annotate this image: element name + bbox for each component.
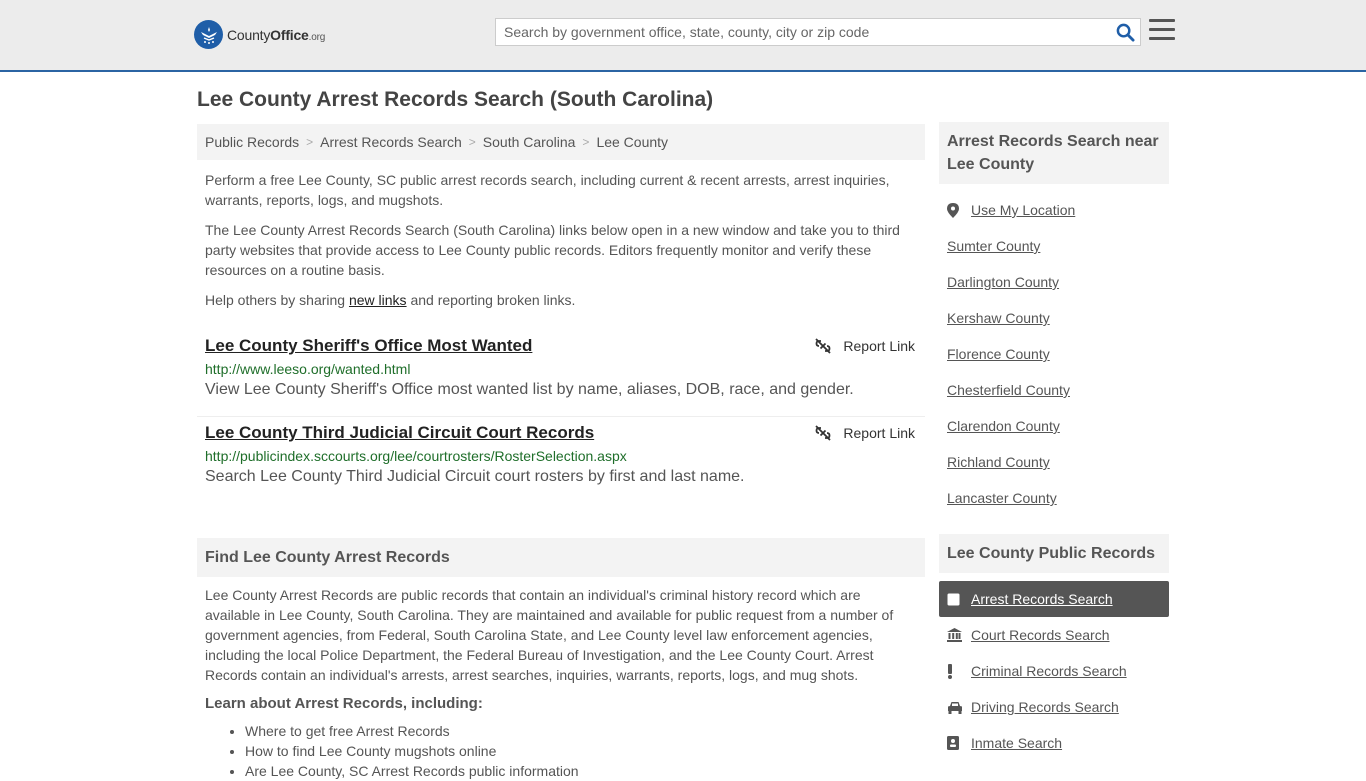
- nearby-county-link[interactable]: Darlington County: [947, 274, 1059, 290]
- nearby-county-link[interactable]: Richland County: [947, 454, 1050, 470]
- search-input[interactable]: [496, 19, 1110, 45]
- nearby-county-item: Clarendon County: [939, 408, 1169, 444]
- car-icon: [947, 701, 971, 714]
- hamburger-icon: [1149, 19, 1175, 22]
- share-paragraph: Help others by sharing new links and rep…: [205, 292, 576, 308]
- breadcrumb-arrest-records[interactable]: Arrest Records Search: [320, 134, 462, 150]
- sidebar-item-label[interactable]: Driving Records Search: [971, 699, 1119, 715]
- resource-link-description: Search Lee County Third Judicial Circuit…: [205, 468, 745, 485]
- search-icon: [1116, 23, 1135, 42]
- sidebar-item-court-records[interactable]: Court Records Search: [939, 617, 1169, 653]
- sidebar-item-inmate-search[interactable]: Inmate Search: [939, 725, 1169, 761]
- nearby-county-item: Lancaster County: [939, 480, 1169, 516]
- courthouse-icon: [947, 628, 971, 642]
- top-header: CountyOffice.org: [0, 0, 1366, 72]
- search-button[interactable]: [1110, 19, 1140, 45]
- sidebar-item-criminal-records[interactable]: Criminal Records Search: [939, 653, 1169, 689]
- broken-link-icon: [815, 425, 832, 441]
- breadcrumb-public-records[interactable]: Public Records: [205, 134, 299, 150]
- breadcrumb-lee-county[interactable]: Lee County: [596, 134, 668, 150]
- resource-link-description: View Lee County Sheriff's Office most wa…: [205, 381, 854, 398]
- search-bar: [495, 18, 1141, 46]
- resource-link-item: Lee County Sheriff's Office Most Wanted …: [197, 330, 925, 417]
- nearby-county-link[interactable]: Sumter County: [947, 238, 1040, 254]
- nearby-county-item: Richland County: [939, 444, 1169, 480]
- resource-link-url: http://www.leeso.org/wanted.html: [205, 361, 411, 377]
- breadcrumb-separator-icon: >: [468, 135, 476, 149]
- nearby-county-link[interactable]: Chesterfield County: [947, 382, 1070, 398]
- logo-seal-icon: [194, 20, 223, 49]
- find-section-heading: Find Lee County Arrest Records: [197, 538, 925, 577]
- intro-paragraph: Perform a free Lee County, SC public arr…: [205, 172, 890, 208]
- resource-link-title[interactable]: Lee County Sheriff's Office Most Wanted: [205, 330, 917, 356]
- broken-link-icon: [815, 338, 832, 354]
- sidebar-item-arrest-records[interactable]: Arrest Records Search: [939, 581, 1169, 617]
- map-pin-icon: [947, 202, 971, 218]
- sidebar-item-driving-records[interactable]: Driving Records Search: [939, 689, 1169, 725]
- resource-link-title[interactable]: Lee County Third Judicial Circuit Court …: [205, 417, 917, 443]
- intro-paragraph: The Lee County Arrest Records Search (So…: [205, 222, 900, 278]
- sidebar-near-heading: Arrest Records Search near Lee County: [939, 122, 1169, 184]
- nearby-county-item: Florence County: [939, 336, 1169, 372]
- find-section-body: Lee County Arrest Records are public rec…: [205, 587, 894, 683]
- sidebar-public-records-heading: Lee County Public Records: [939, 534, 1169, 573]
- report-link-button[interactable]: Report Link: [815, 338, 915, 354]
- square-icon: [947, 593, 971, 606]
- resource-link-item: Lee County Third Judicial Circuit Court …: [197, 417, 925, 504]
- sidebar-item-label[interactable]: Arrest Records Search: [971, 591, 1113, 607]
- intro-text: Perform a free Lee County, SC public arr…: [197, 170, 925, 310]
- sidebar-item-label[interactable]: Inmate Search: [971, 735, 1062, 751]
- nearby-county-link[interactable]: Florence County: [947, 346, 1050, 362]
- sidebar-item-label[interactable]: Criminal Records Search: [971, 663, 1127, 679]
- new-links-link[interactable]: new links: [349, 292, 407, 308]
- learn-list-item: How to find Lee County mugshots online: [245, 741, 925, 761]
- report-link-button[interactable]: Report Link: [815, 425, 915, 441]
- nearby-county-link[interactable]: Lancaster County: [947, 490, 1057, 506]
- nearby-county-item: Darlington County: [939, 264, 1169, 300]
- id-badge-icon: [947, 736, 971, 750]
- nearby-county-item: Chesterfield County: [939, 372, 1169, 408]
- exclamation-icon: [947, 663, 971, 679]
- sidebar-item-label[interactable]: Court Records Search: [971, 627, 1110, 643]
- learn-list-item: Are Lee County, SC Arrest Records public…: [245, 761, 925, 781]
- public-records-list: Arrest Records Search Court Records Sear…: [939, 581, 1169, 761]
- learn-list-item: Where to get free Arrest Records: [245, 721, 925, 741]
- use-location-item: Use My Location: [939, 192, 1169, 228]
- breadcrumb-separator-icon: >: [306, 135, 314, 149]
- nearby-county-item: Sumter County: [939, 228, 1169, 264]
- nearby-county-item: Kershaw County: [939, 300, 1169, 336]
- nearby-county-link[interactable]: Kershaw County: [947, 310, 1050, 326]
- site-logo[interactable]: CountyOffice.org: [194, 20, 325, 49]
- breadcrumb-south-carolina[interactable]: South Carolina: [483, 134, 576, 150]
- menu-button[interactable]: [1149, 19, 1175, 43]
- logo-text: CountyOffice.org: [227, 26, 326, 43]
- nearby-counties-list: Use My Location Sumter County Darlington…: [939, 192, 1169, 516]
- resource-link-url: http://publicindex.sccourts.org/lee/cour…: [205, 448, 627, 464]
- main-content: Public Records > Arrest Records Search >…: [197, 124, 925, 781]
- learn-heading: Learn about Arrest Records, including:: [205, 695, 483, 712]
- nearby-county-link[interactable]: Clarendon County: [947, 418, 1060, 434]
- use-my-location-link[interactable]: Use My Location: [971, 202, 1075, 218]
- breadcrumb: Public Records > Arrest Records Search >…: [197, 124, 925, 160]
- page-title: Lee County Arrest Records Search (South …: [197, 88, 714, 111]
- learn-list: Where to get free Arrest Records How to …: [197, 721, 925, 781]
- breadcrumb-separator-icon: >: [582, 135, 590, 149]
- sidebar: Arrest Records Search near Lee County Us…: [939, 122, 1169, 761]
